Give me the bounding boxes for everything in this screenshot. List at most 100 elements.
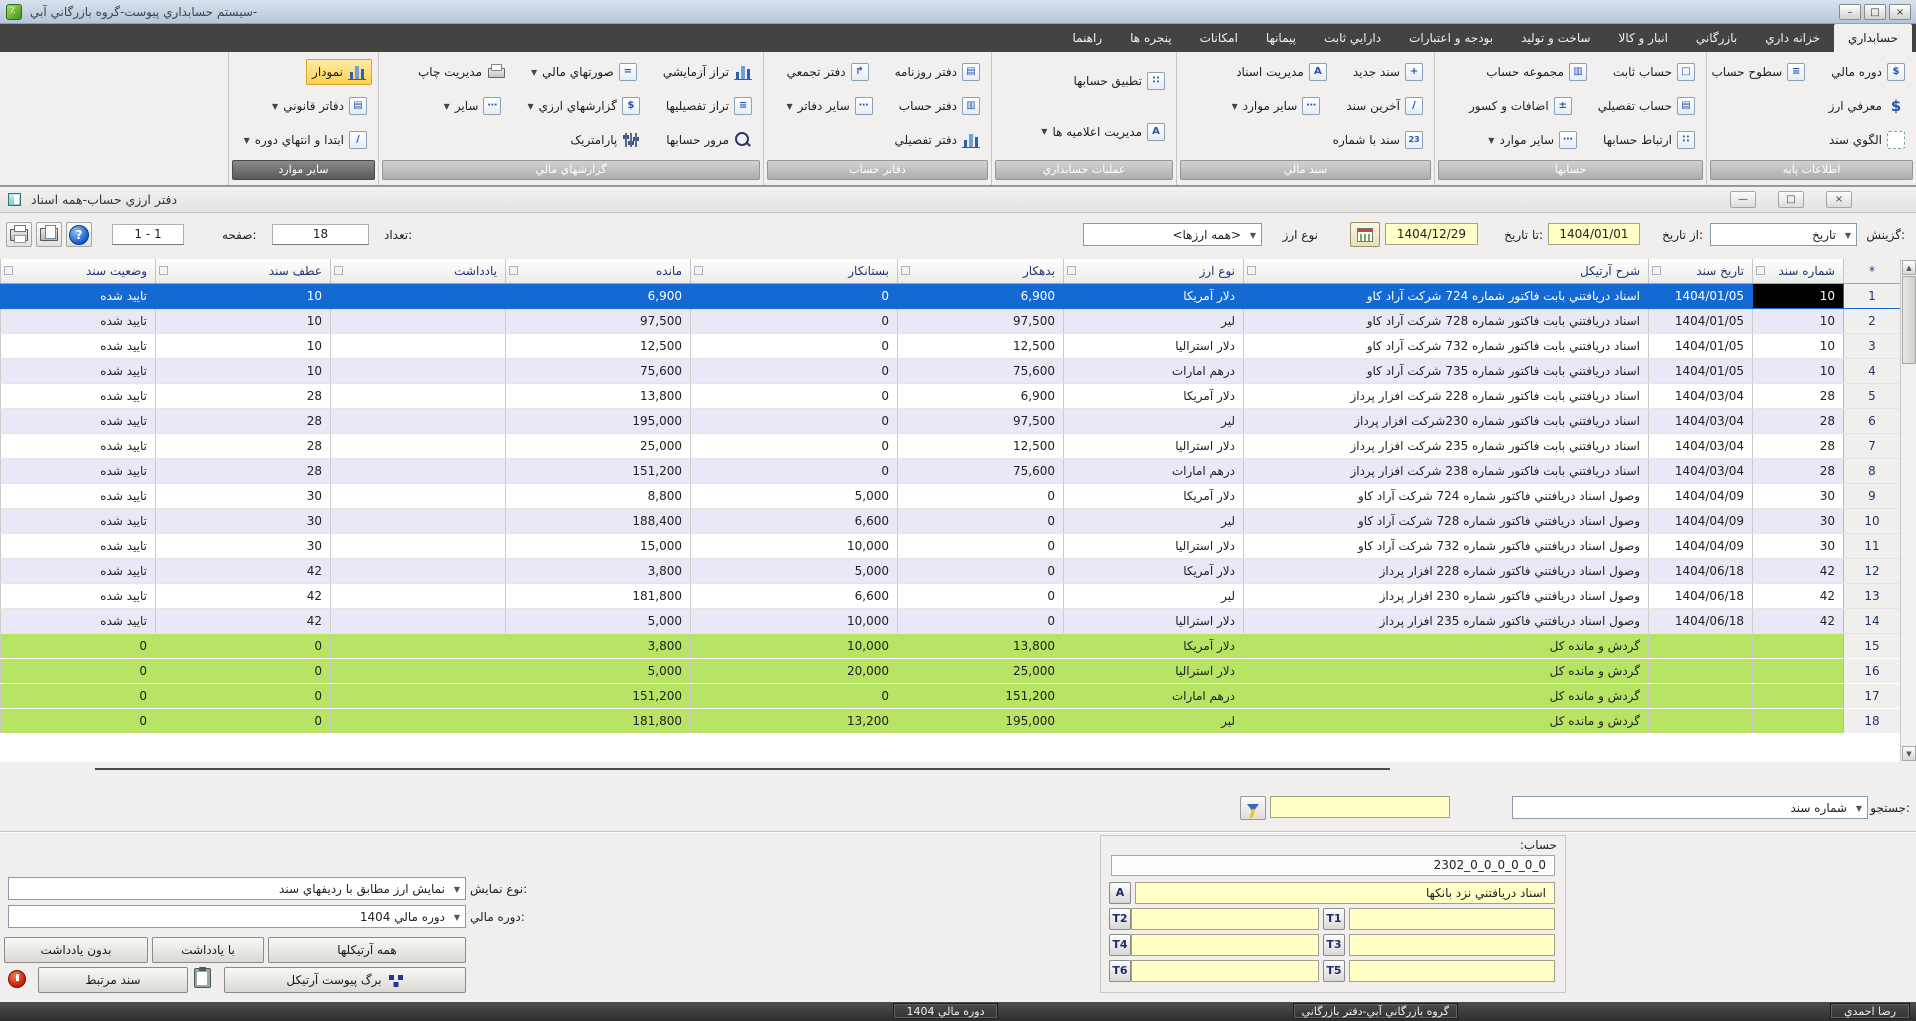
table-row[interactable]: 14421404/06/18وصول اسناد دريافتني فاکتور…: [0, 609, 1900, 634]
table-row[interactable]: 13421404/06/18وصول اسناد دريافتني فاکتور…: [0, 584, 1900, 609]
menu-tab[interactable]: امکانات: [1186, 24, 1252, 52]
table-row[interactable]: 5281404/03/04اسناد دريافتني بابت فاکتور …: [0, 384, 1900, 409]
ribbon-button[interactable]: ⋯ساير▼: [439, 94, 507, 118]
t5-field[interactable]: [1349, 960, 1555, 982]
page-range-field[interactable]: 1 - 1: [112, 224, 184, 245]
doc-minimize-icon[interactable]: [1730, 191, 1756, 208]
ribbon-button[interactable]: مرور حسابها: [661, 128, 757, 152]
attachment-sheet-button[interactable]: برگ پيوست آرتيکل: [224, 967, 466, 993]
ribbon-button[interactable]: Aمديريت اسناد: [1231, 60, 1332, 84]
table-row[interactable]: 10301404/04/09وصول اسناد دريافتني فاکتور…: [0, 509, 1900, 534]
table-row[interactable]: 15گردش و مانده کلدلار آمريکا13,80010,000…: [0, 634, 1900, 659]
t3-field[interactable]: [1349, 934, 1555, 956]
ribbon-button[interactable]: تراز آزمايشي: [658, 60, 757, 84]
t5-button[interactable]: T5: [1323, 960, 1345, 982]
ribbon-button[interactable]: ⋯ساير موارد▼: [1483, 128, 1582, 152]
menu-tab[interactable]: پنجره ها: [1116, 24, 1185, 52]
column-header[interactable]: نوع ارز: [1063, 259, 1243, 283]
table-row[interactable]: 12421404/06/18وصول اسناد دريافتني فاکتور…: [0, 559, 1900, 584]
ribbon-button[interactable]: =صورتهاي مالي▼: [526, 60, 642, 84]
related-document-button[interactable]: سند مرتبط: [38, 967, 188, 993]
ribbon-button[interactable]: Aمديريت اعلاميه ها▼: [1036, 120, 1170, 144]
table-row[interactable]: 4101404/01/05اسناد دريافتني بابت فاکتور …: [0, 359, 1900, 384]
menu-tab[interactable]: راهنما: [1058, 24, 1116, 52]
ribbon-button[interactable]: مديريت چاپ: [413, 60, 510, 84]
menu-tab[interactable]: حسابداري: [1834, 24, 1912, 52]
scrollbar-thumb[interactable]: [1902, 276, 1916, 364]
search-input[interactable]: [1270, 796, 1450, 818]
ribbon-button[interactable]: ±اضافات و کسور: [1464, 94, 1577, 118]
ribbon-button[interactable]: ⋯ساير موارد▼: [1227, 94, 1326, 118]
without-note-button[interactable]: بدون يادداشت: [4, 937, 148, 963]
menu-tab[interactable]: دارايي ثابت: [1310, 24, 1395, 52]
column-header[interactable]: عطف سند: [155, 259, 330, 283]
filter-button[interactable]: [1240, 796, 1266, 820]
ribbon-button[interactable]: $گزارشهاي ارزي▼: [522, 94, 644, 118]
menu-tab[interactable]: بودجه و اعتبارات: [1395, 24, 1507, 52]
table-row[interactable]: 18گردش و مانده کللير195,00013,200181,800…: [0, 709, 1900, 734]
ribbon-button[interactable]: ∷ارتباط حسابها: [1598, 128, 1700, 152]
t2-button[interactable]: T2: [1109, 908, 1131, 930]
to-date-field[interactable]: 1404/12/29: [1385, 223, 1478, 245]
ribbon-button[interactable]: /ابتدا و انتهاي دوره▼: [239, 128, 372, 152]
ribbon-button[interactable]: ∷تطبيق حسابها: [1068, 69, 1170, 93]
with-note-button[interactable]: با يادداشت: [152, 937, 264, 963]
close-icon[interactable]: [1889, 4, 1911, 20]
ribbon-button[interactable]: ≡تراز تفصيليها: [661, 94, 757, 118]
ribbon-button[interactable]: 23سند با شماره: [1328, 128, 1428, 152]
column-header[interactable]: شماره سند: [1752, 259, 1843, 283]
ribbon-button[interactable]: $معرفي ارز: [1824, 94, 1910, 118]
menu-tab[interactable]: پيمانها: [1252, 24, 1310, 52]
ribbon-button[interactable]: /آخرين سند: [1341, 94, 1428, 118]
t3-button[interactable]: T3: [1323, 934, 1345, 956]
t6-button[interactable]: T6: [1109, 960, 1131, 982]
ribbon-button[interactable]: الگوي سند: [1824, 128, 1910, 152]
column-header[interactable]: شرح آرتيکل: [1243, 259, 1648, 283]
ribbon-button[interactable]: $دوره مالي: [1826, 60, 1910, 84]
ribbon-button[interactable]: ▤حساب تفصيلي: [1593, 94, 1700, 118]
column-header[interactable]: تاريخ سند: [1648, 259, 1752, 283]
ribbon-button[interactable]: ▥مجموعه حساب: [1481, 60, 1592, 84]
column-header[interactable]: وضعيت سند: [0, 259, 155, 283]
table-row[interactable]: 3101404/01/05اسناد دريافتني بابت فاکتور …: [0, 334, 1900, 359]
currency-combo[interactable]: ▼ <همه ارزها>: [1083, 223, 1262, 246]
account-a-field[interactable]: اسناد دريافتني نزد بانکها: [1135, 882, 1555, 904]
t1-field[interactable]: [1349, 908, 1555, 930]
account-a-button[interactable]: A: [1109, 882, 1131, 904]
display-type-combo[interactable]: ▼ نمايش ارز مطابق با رديفهاي سند: [8, 877, 466, 900]
t2-field[interactable]: [1131, 908, 1319, 930]
maximize-icon[interactable]: [1864, 4, 1886, 20]
ribbon-button[interactable]: نمودار: [306, 59, 372, 85]
ribbon-button[interactable]: □حساب ثابت: [1608, 60, 1700, 84]
doc-close-icon[interactable]: [1826, 191, 1852, 208]
ribbon-button[interactable]: ▤دفاتر قانوني▼: [267, 94, 372, 118]
from-date-field[interactable]: 1404/01/01: [1548, 223, 1640, 245]
fiscal-period-combo[interactable]: ▼ دوره مالي 1404: [8, 905, 466, 928]
help-button[interactable]: [66, 222, 92, 247]
print-button[interactable]: [6, 222, 32, 247]
ribbon-button[interactable]: دفتر تفصيلي: [889, 128, 985, 152]
menu-tab[interactable]: ساخت و توليد: [1507, 24, 1604, 52]
ribbon-button[interactable]: ▤دفتر روزنامه: [890, 60, 985, 84]
column-header[interactable]: بدهکار: [897, 259, 1063, 283]
t6-field[interactable]: [1131, 960, 1319, 982]
ribbon-button[interactable]: ≡سطوح حساب: [1706, 60, 1810, 84]
menu-tab[interactable]: خزانه داري: [1751, 24, 1834, 52]
clipboard-button[interactable]: [194, 968, 211, 988]
menu-tab[interactable]: انبار و کالا: [1605, 24, 1682, 52]
ribbon-button[interactable]: پارامتريک: [565, 128, 645, 152]
table-row[interactable]: 17گردش و مانده کلدرهم امارات151,2000151,…: [0, 684, 1900, 709]
splitter[interactable]: [95, 768, 1390, 770]
t4-button[interactable]: T4: [1109, 934, 1131, 956]
calendar-button[interactable]: [1350, 222, 1380, 247]
ribbon-button[interactable]: +سند جديد: [1348, 60, 1428, 84]
table-row[interactable]: 1101404/01/05اسناد دريافتني بابت فاکتور …: [0, 284, 1900, 309]
account-code-field[interactable]: 2302_0_0_0_0_0_0: [1111, 855, 1555, 876]
stop-button[interactable]: [8, 970, 26, 988]
table-row[interactable]: 9301404/04/09وصول اسناد دريافتني فاکتور …: [0, 484, 1900, 509]
table-row[interactable]: 16گردش و مانده کلدلار استراليا25,00020,0…: [0, 659, 1900, 684]
minimize-icon[interactable]: [1839, 4, 1861, 20]
doc-maximize-icon[interactable]: [1778, 191, 1804, 208]
ribbon-button[interactable]: ⋯ساير دفاتر▼: [781, 94, 877, 118]
column-header[interactable]: يادداشت: [330, 259, 505, 283]
